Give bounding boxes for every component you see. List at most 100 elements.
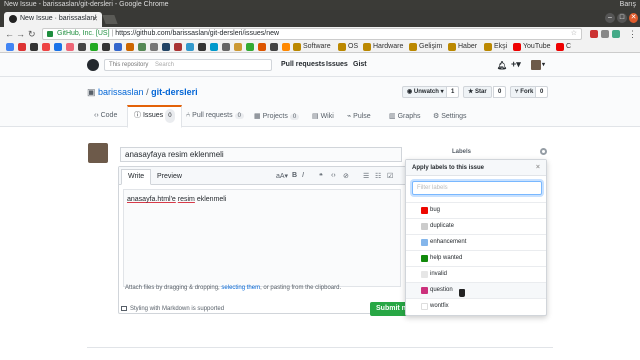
bookmark-icon[interactable] (78, 43, 86, 51)
close-icon[interactable]: × (536, 160, 540, 176)
maximize-icon[interactable]: □ (617, 13, 627, 23)
bookmark-folder-haber[interactable]: Haber (458, 42, 477, 52)
reload-icon[interactable]: ↻ (28, 29, 36, 39)
unordered-list-icon[interactable]: ☰ (363, 172, 369, 180)
nav-pull-requests[interactable]: Pull requests (281, 61, 325, 68)
bookmark-icon[interactable] (138, 43, 146, 51)
italic-icon[interactable]: I (302, 172, 304, 179)
filter-labels-input[interactable]: Filter labels (412, 181, 542, 195)
label-option-enhancement[interactable]: enhancement (406, 234, 546, 250)
bookmark-icon[interactable] (198, 43, 206, 51)
quote-icon[interactable]: ❝ (319, 172, 323, 180)
extension-icon[interactable] (612, 30, 620, 38)
bookmark-icon[interactable] (54, 43, 62, 51)
bookmark-icon[interactable] (222, 43, 230, 51)
folder-icon (363, 43, 371, 51)
tab-pulse[interactable]: ⌁ Pulse (347, 112, 371, 127)
bookmark-c[interactable]: C (566, 42, 571, 52)
bold-icon[interactable]: B (292, 172, 297, 179)
issue-body-textarea[interactable]: anasayfa.html'e resim eklenmeli (123, 189, 401, 287)
address-bar[interactable]: GitHub, Inc. [US] | https://github.com/b… (42, 28, 582, 40)
bookmark-icon[interactable] (174, 43, 182, 51)
label-option-wontfix[interactable]: wontfix (406, 298, 546, 314)
close-window-icon[interactable]: ✕ (629, 13, 638, 23)
link-icon[interactable]: ⊘ (343, 172, 349, 180)
tab-close-icon[interactable]: ✕ (92, 15, 98, 23)
google-icon[interactable] (6, 43, 14, 51)
labels-heading[interactable]: Labels (452, 149, 471, 155)
tab-write[interactable]: Write (121, 169, 152, 185)
plus-icon[interactable]: +▾ (511, 59, 521, 70)
bookmark-icon[interactable] (210, 43, 218, 51)
code-icon[interactable]: ‹› (331, 172, 336, 179)
repo-name-link[interactable]: git-dersleri (151, 87, 198, 97)
gear-icon[interactable] (540, 148, 547, 155)
label-option-duplicate[interactable]: duplicate (406, 218, 546, 234)
header-icon[interactable]: aA▾ (276, 172, 288, 180)
repo-owner-link[interactable]: barissaslan (98, 87, 144, 97)
select-files-link[interactable]: selecting them (221, 285, 260, 291)
new-tab-button[interactable] (102, 15, 118, 24)
tab-issues[interactable]: ⓘ Issues 0 (127, 105, 182, 128)
tab-settings[interactable]: ⚙ Settings (433, 112, 467, 127)
bookmark-icon[interactable] (234, 43, 242, 51)
minimize-icon[interactable]: – (605, 13, 615, 23)
tab-pull-requests[interactable]: ⑃ Pull requests 0 (186, 112, 244, 127)
bookmark-icon[interactable] (90, 43, 98, 51)
bookmark-icon[interactable] (246, 43, 254, 51)
nav-issues[interactable]: Issues (326, 61, 348, 68)
issue-title-input[interactable]: anasayfaya resim eklenmeli (120, 147, 402, 162)
bookmark-icon[interactable] (42, 43, 50, 51)
extension-icon[interactable] (601, 30, 609, 38)
tab-wiki[interactable]: ▤ Wiki (312, 112, 334, 127)
bookmark-folder-eksi[interactable]: Ekşi (494, 42, 507, 52)
star-count[interactable]: 0 (493, 86, 507, 98)
avatar-icon[interactable] (531, 60, 541, 70)
chrome-menu-icon[interactable]: ⋮ (628, 29, 637, 39)
watch-count[interactable]: 1 (446, 86, 460, 98)
label-option-question[interactable]: question (406, 282, 546, 298)
bookmark-icon[interactable] (270, 43, 278, 51)
label-option-invalid[interactable]: invalid (406, 266, 546, 282)
chevron-down-icon[interactable]: ▾ (542, 61, 545, 68)
bookmark-icon[interactable] (150, 43, 158, 51)
nav-gist[interactable]: Gist (353, 61, 367, 68)
fork-count[interactable]: 0 (535, 86, 549, 98)
bookmark-star-icon[interactable]: ☆ (571, 29, 577, 39)
star-button[interactable]: ★ Star (463, 86, 492, 98)
bookmark-folder-software[interactable]: Software (303, 42, 331, 52)
bookmark-icon[interactable] (282, 43, 290, 51)
bookmark-folder-os[interactable]: OS (348, 42, 358, 52)
bookmark-icon[interactable] (126, 43, 134, 51)
bookmark-icon[interactable] (162, 43, 170, 51)
back-icon[interactable]: ← (5, 29, 14, 39)
search-input[interactable]: This repository Search (104, 59, 272, 71)
bell-icon[interactable]: 🔔︎ (497, 61, 507, 70)
bookmark-icon[interactable] (258, 43, 266, 51)
tab-graphs[interactable]: ▥ Graphs (389, 112, 421, 127)
task-list-icon[interactable]: ☑ (387, 172, 393, 180)
bookmark-youtube[interactable]: YouTube (523, 42, 551, 52)
markdown-note[interactable]: Styling with Markdown is supported (130, 306, 224, 312)
ordered-list-icon[interactable]: ☷ (375, 172, 381, 180)
bookmark-icon[interactable] (66, 43, 74, 51)
bookmark-icon[interactable] (186, 43, 194, 51)
bookmark-icon[interactable] (114, 43, 122, 51)
bookmark-icon[interactable] (30, 43, 38, 51)
os-user[interactable]: Barış (620, 0, 636, 10)
tab-new-issue[interactable]: New Issue · barissaslan/ ✕ (4, 12, 102, 27)
tab-code[interactable]: ‹› Code (94, 112, 117, 127)
bookmark-folder-gelisim[interactable]: Gelişim (419, 42, 442, 52)
github-logo-icon[interactable] (87, 59, 99, 71)
label-option-bug[interactable]: bug (406, 202, 546, 218)
forward-icon[interactable]: → (16, 29, 25, 39)
bookmark-icon[interactable] (102, 43, 110, 51)
tab-preview[interactable]: Preview (151, 170, 188, 184)
label-option-help-wanted[interactable]: help wanted (406, 250, 546, 266)
bookmark-folder-hardware[interactable]: Hardware (373, 42, 403, 52)
tab-projects[interactable]: ▦ Projects 0 (254, 112, 300, 127)
bookmark-icon[interactable] (18, 43, 26, 51)
submit-issue-button[interactable]: Submit new issue (370, 302, 408, 316)
unwatch-button[interactable]: ◉ Unwatch ▾ (402, 86, 449, 98)
extension-icon[interactable] (590, 30, 598, 38)
